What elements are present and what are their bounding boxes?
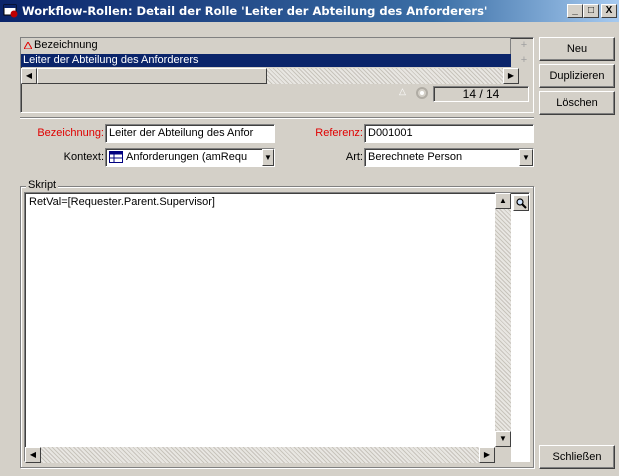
title-bar[interactable]: Workflow-Rollen: Detail der Rolle 'Leite… bbox=[0, 0, 619, 22]
row-add-icon[interactable]: + bbox=[517, 54, 531, 67]
separator bbox=[20, 117, 534, 119]
minimize-button[interactable]: _ bbox=[567, 4, 583, 18]
script-group-label: Skript bbox=[26, 179, 59, 191]
dropdown-arrow-icon[interactable]: ▼ bbox=[262, 149, 274, 166]
scroll-thumb[interactable] bbox=[37, 68, 267, 84]
list-item-label: Leiter der Abteilung des Anforderers bbox=[23, 54, 199, 66]
delete-button-label: Löschen bbox=[556, 97, 598, 109]
delete-button[interactable]: Löschen bbox=[539, 91, 615, 115]
arrow-left-icon[interactable]: ◀ bbox=[21, 68, 37, 84]
record-list[interactable]: Bezeichnung + Leiter der Abteilung des A… bbox=[20, 37, 534, 113]
duplicate-button[interactable]: Duplizieren bbox=[539, 64, 615, 88]
maximize-button[interactable]: □ bbox=[583, 4, 599, 18]
art-select[interactable]: Berechnete Person ▼ bbox=[364, 148, 534, 167]
art-value: Berechnete Person bbox=[368, 151, 463, 163]
column-header-label: Bezeichnung bbox=[34, 39, 98, 51]
new-button-label: Neu bbox=[566, 43, 588, 55]
script-vertical-scrollbar[interactable]: ▲ ▼ bbox=[495, 193, 511, 447]
record-counter: 14 / 14 bbox=[433, 86, 529, 102]
kontext-value: Anforderungen (amRequ bbox=[126, 151, 248, 163]
bezeichnung-label: Bezeichnung: bbox=[37, 127, 104, 139]
kontext-label: Kontext: bbox=[63, 151, 104, 163]
script-horizontal-scrollbar[interactable]: ◀ ▶ bbox=[25, 447, 495, 463]
column-header-bezeichnung[interactable]: Bezeichnung bbox=[21, 38, 511, 54]
scroll-corner bbox=[495, 447, 511, 463]
arrow-down-icon[interactable]: ▼ bbox=[495, 431, 511, 447]
magnifier-icon bbox=[516, 198, 527, 209]
close-button-label: Schließen bbox=[552, 451, 602, 463]
window-title: Workflow-Rollen: Detail der Rolle 'Leite… bbox=[22, 4, 488, 18]
arrow-right-icon[interactable]: ▶ bbox=[503, 68, 519, 84]
list-horizontal-scrollbar[interactable]: ◀ ▶ bbox=[21, 68, 519, 84]
referenz-field[interactable]: D001001 bbox=[364, 124, 534, 143]
list-item[interactable]: Leiter der Abteilung des Anforderers bbox=[21, 54, 511, 67]
close-window-button[interactable]: X bbox=[601, 4, 617, 18]
art-label: Art: bbox=[345, 151, 363, 163]
arrow-right-icon[interactable]: ▶ bbox=[479, 447, 495, 463]
kontext-select[interactable]: Anforderungen (amRequ ▼ bbox=[105, 148, 275, 167]
arrow-up-icon[interactable]: ▲ bbox=[495, 193, 511, 209]
app-icon bbox=[3, 4, 18, 18]
nav-up-icon[interactable]: △ bbox=[399, 86, 409, 98]
column-add-icon[interactable]: + bbox=[517, 39, 531, 53]
new-button[interactable]: Neu bbox=[539, 37, 615, 61]
dropdown-arrow-icon[interactable]: ▼ bbox=[519, 149, 533, 166]
arrow-left-icon[interactable]: ◀ bbox=[25, 447, 41, 463]
sort-triangle-icon bbox=[24, 42, 32, 49]
script-code: RetVal=[Requester.Parent.Supervisor] bbox=[29, 196, 215, 208]
magnifier-button[interactable] bbox=[513, 195, 529, 211]
bezeichnung-field[interactable]: Leiter der Abteilung des Anfor bbox=[105, 124, 275, 143]
script-editor[interactable]: RetVal=[Requester.Parent.Supervisor] ▲ ▼… bbox=[24, 192, 530, 463]
table-icon bbox=[109, 151, 123, 163]
close-button[interactable]: Schließen bbox=[539, 445, 615, 469]
referenz-label: Referenz: bbox=[315, 127, 363, 139]
refresh-icon[interactable] bbox=[414, 86, 430, 100]
duplicate-button-label: Duplizieren bbox=[549, 70, 605, 82]
